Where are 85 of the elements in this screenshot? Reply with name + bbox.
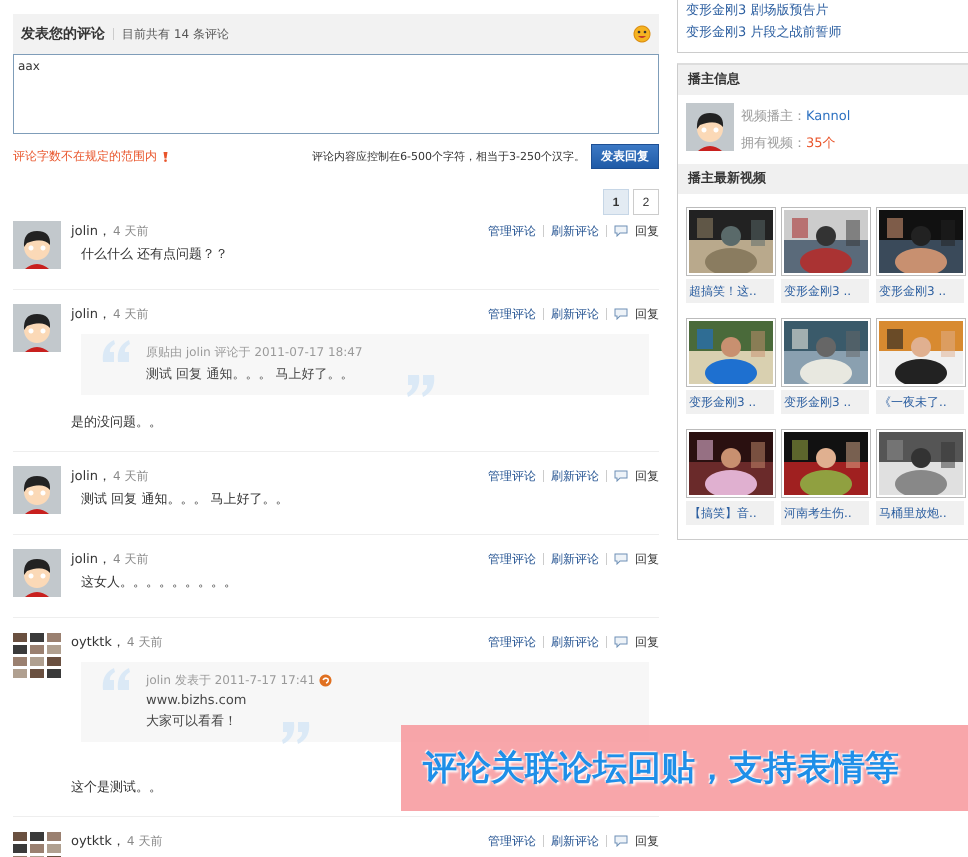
video-count: 35个 (806, 136, 836, 151)
page-button[interactable]: 1 (603, 189, 629, 215)
action-link[interactable]: 管理评论 (488, 222, 536, 240)
uploader-name[interactable]: Kannol (806, 109, 850, 124)
quote-text: 测试 回复 通知。。。 马上好了。。 (146, 366, 354, 383)
avatar (13, 466, 61, 514)
video-title[interactable]: 河南考生伤.. (781, 501, 869, 525)
comment-time: 4 天前 (113, 550, 148, 568)
comment-author[interactable]: jolin， (71, 222, 112, 240)
comment-bubble-icon (614, 308, 628, 320)
reply-link[interactable]: 回复 (635, 550, 659, 568)
comment-text: 这女人。。。。。。。。。 (80, 574, 238, 591)
smiley-icon[interactable] (633, 25, 651, 43)
open-quote-icon (101, 666, 131, 692)
video-title[interactable]: 超搞笑！这.. (686, 279, 774, 303)
video-title[interactable]: 【搞笑】音.. (686, 501, 774, 525)
comment-bubble-icon (614, 553, 628, 565)
action-link[interactable]: 管理评论 (488, 832, 536, 850)
video-link[interactable]: 变形金刚3 片段之战前誓师 (686, 22, 968, 44)
open-quote-icon (101, 338, 131, 364)
length-hint: 评论内容应控制在6-500个字符，相当于3-250个汉字。 (312, 149, 585, 164)
action-link[interactable]: 管理评论 (488, 468, 536, 484)
reply-link[interactable]: 回复 (635, 306, 659, 322)
comment-author[interactable]: oytktk， (71, 633, 125, 651)
submit-button[interactable]: 发表回复 (591, 144, 659, 169)
reply-link[interactable]: 回复 (635, 468, 659, 484)
page-button[interactable]: 2 (633, 189, 659, 215)
comment-text: 是的没问题。。 (71, 414, 163, 431)
video-title[interactable]: 变形金刚3 .. (686, 390, 774, 414)
comment-count: 目前共有 14 条评论 (122, 26, 230, 42)
comment-bubble-icon (614, 470, 628, 482)
close-quote-icon (406, 373, 436, 399)
comment-text: 这个是测试。。 (71, 779, 163, 796)
comment-input[interactable]: aax (13, 54, 659, 134)
reply-link[interactable]: 回复 (635, 832, 659, 850)
action-link[interactable]: 刷新评论 (551, 306, 599, 322)
comment-time: 4 天前 (126, 832, 162, 850)
comment-time: 4 天前 (113, 468, 148, 484)
action-link[interactable]: 管理评论 (488, 634, 536, 650)
action-link[interactable]: 刷新评论 (551, 222, 599, 240)
comment-author[interactable]: jolin， (71, 305, 112, 323)
avatar (13, 632, 61, 680)
section-title: 播主最新视频 (678, 164, 968, 194)
video-title[interactable]: 马桶里放炮.. (876, 501, 964, 525)
uploader-avatar (686, 103, 734, 151)
video-link[interactable]: 变形金刚3 剧场版预告片 (686, 0, 968, 22)
quote-meta: 原贴由 jolin 评论于 2011-07-17 18:47 (146, 344, 363, 361)
comment-time: 4 天前 (126, 634, 162, 650)
comment-time: 4 天前 (113, 306, 148, 322)
comment-time: 4 天前 (113, 222, 148, 240)
action-link[interactable]: 管理评论 (488, 306, 536, 322)
comment-bubble-icon (614, 225, 628, 237)
comment-author[interactable]: jolin， (71, 550, 112, 568)
return-icon[interactable] (319, 674, 332, 687)
video-count-label: 拥有视频： (741, 136, 806, 151)
action-link[interactable]: 刷新评论 (551, 634, 599, 650)
avatar (13, 549, 61, 597)
comment-author[interactable]: jolin， (71, 467, 112, 485)
video-title[interactable]: 变形金刚3 .. (781, 390, 869, 414)
video-title[interactable]: 《一夜未了.. (876, 390, 964, 414)
comment-author[interactable]: oytktk， (71, 832, 125, 850)
comment-text: 什么什么 还有点问题？？ (80, 246, 230, 263)
comment-bubble-icon (614, 835, 628, 847)
quote-text: www.bizhs.com (146, 693, 248, 708)
error-message: 评论字数不在规定的范围内 (13, 148, 157, 165)
reply-link[interactable]: 回复 (635, 634, 659, 650)
action-link[interactable]: 管理评论 (488, 550, 536, 568)
quote-meta: jolin 发表于 2011-7-17 17:41 (146, 672, 316, 689)
avatar (13, 221, 61, 269)
uploader-label: 视频播主： (741, 109, 806, 124)
comment-text: 测试 回复 通知。。。 马上好了。。 (80, 491, 290, 508)
reply-link[interactable]: 回复 (635, 222, 659, 240)
form-title: 发表您的评论 (21, 25, 105, 43)
close-quote-icon (281, 720, 311, 746)
avatar (13, 304, 61, 352)
section-title: 播主信息 (678, 65, 968, 95)
comment-bubble-icon (614, 636, 628, 648)
action-link[interactable]: 刷新评论 (551, 550, 599, 568)
action-link[interactable]: 刷新评论 (551, 832, 599, 850)
video-title[interactable]: 变形金刚3 .. (781, 279, 869, 303)
exclamation-icon (163, 152, 168, 162)
feature-banner: 评论关联论坛回贴，支持表情等 (401, 725, 968, 811)
video-title[interactable]: 变形金刚3 .. (876, 279, 964, 303)
quote-text: 大家可以看看！ (146, 713, 238, 730)
action-link[interactable]: 刷新评论 (551, 468, 599, 484)
